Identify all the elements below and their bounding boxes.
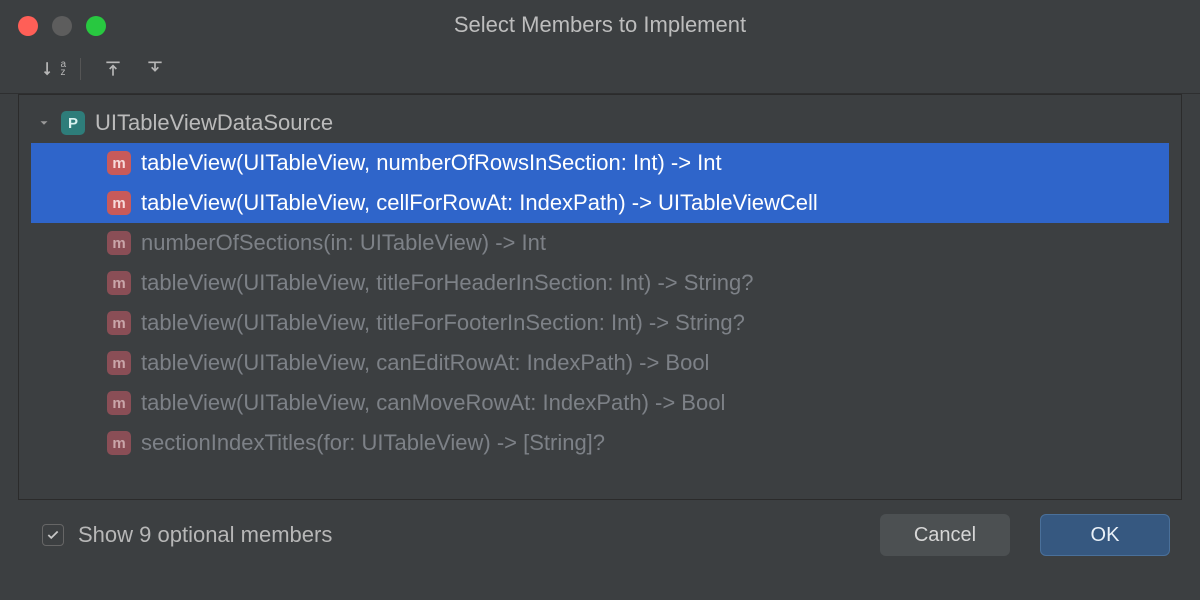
- method-badge-icon: m: [107, 271, 131, 295]
- protocol-name: UITableViewDataSource: [95, 110, 333, 136]
- protocol-badge-icon: P: [61, 111, 85, 135]
- method-badge-icon: m: [107, 231, 131, 255]
- member-row[interactable]: m tableView(UITableView, cellForRowAt: In…: [31, 183, 1169, 223]
- method-badge-icon: m: [107, 191, 131, 215]
- collapse-all-button[interactable]: [143, 57, 167, 81]
- minimize-icon[interactable]: [52, 16, 72, 36]
- show-optional-label: Show 9 optional members: [78, 522, 332, 548]
- sort-alpha-button[interactable]: az: [42, 57, 66, 81]
- member-row[interactable]: m numberOfSections(in: UITableView) -> In…: [31, 223, 1169, 263]
- close-icon[interactable]: [18, 16, 38, 36]
- member-signature: sectionIndexTitles(for: UITableView) -> …: [141, 430, 605, 456]
- member-tree[interactable]: P UITableViewDataSource m tableView(UITab…: [18, 94, 1182, 500]
- titlebar: Select Members to Implement: [0, 0, 1200, 50]
- toolbar: az: [0, 50, 1200, 94]
- method-badge-icon: m: [107, 391, 131, 415]
- protocol-row[interactable]: P UITableViewDataSource: [31, 103, 1169, 143]
- member-signature: numberOfSections(in: UITableView) -> Int: [141, 230, 546, 256]
- window-controls: [18, 16, 106, 36]
- window-title: Select Members to Implement: [16, 12, 1184, 38]
- dialog-footer: Show 9 optional members Cancel OK: [0, 500, 1200, 570]
- method-badge-icon: m: [107, 311, 131, 335]
- member-row[interactable]: m sectionIndexTitles(for: UITableView) ->…: [31, 423, 1169, 463]
- show-optional-checkbox[interactable]: [42, 524, 64, 546]
- member-signature: tableView(UITableView, canEditRowAt: Ind…: [141, 350, 709, 376]
- member-signature: tableView(UITableView, canMoveRowAt: Ind…: [141, 390, 725, 416]
- chevron-down-icon[interactable]: [37, 116, 51, 130]
- member-row[interactable]: m tableView(UITableView, titleForFooterIn…: [31, 303, 1169, 343]
- ok-button[interactable]: OK: [1040, 514, 1170, 556]
- expand-all-button[interactable]: [101, 57, 125, 81]
- cancel-button[interactable]: Cancel: [880, 514, 1010, 556]
- member-row[interactable]: m tableView(UITableView, canEditRowAt: In…: [31, 343, 1169, 383]
- maximize-icon[interactable]: [86, 16, 106, 36]
- member-signature: tableView(UITableView, numberOfRowsInSec…: [141, 150, 722, 176]
- method-badge-icon: m: [107, 151, 131, 175]
- member-signature: tableView(UITableView, cellForRowAt: Ind…: [141, 190, 818, 216]
- member-signature: tableView(UITableView, titleForFooterInS…: [141, 310, 745, 336]
- method-badge-icon: m: [107, 431, 131, 455]
- member-signature: tableView(UITableView, titleForHeaderInS…: [141, 270, 753, 296]
- member-row[interactable]: m tableView(UITableView, titleForHeaderIn…: [31, 263, 1169, 303]
- method-badge-icon: m: [107, 351, 131, 375]
- toolbar-separator: [80, 58, 81, 80]
- member-row[interactable]: m tableView(UITableView, canMoveRowAt: In…: [31, 383, 1169, 423]
- member-row[interactable]: m tableView(UITableView, numberOfRowsInSe…: [31, 143, 1169, 183]
